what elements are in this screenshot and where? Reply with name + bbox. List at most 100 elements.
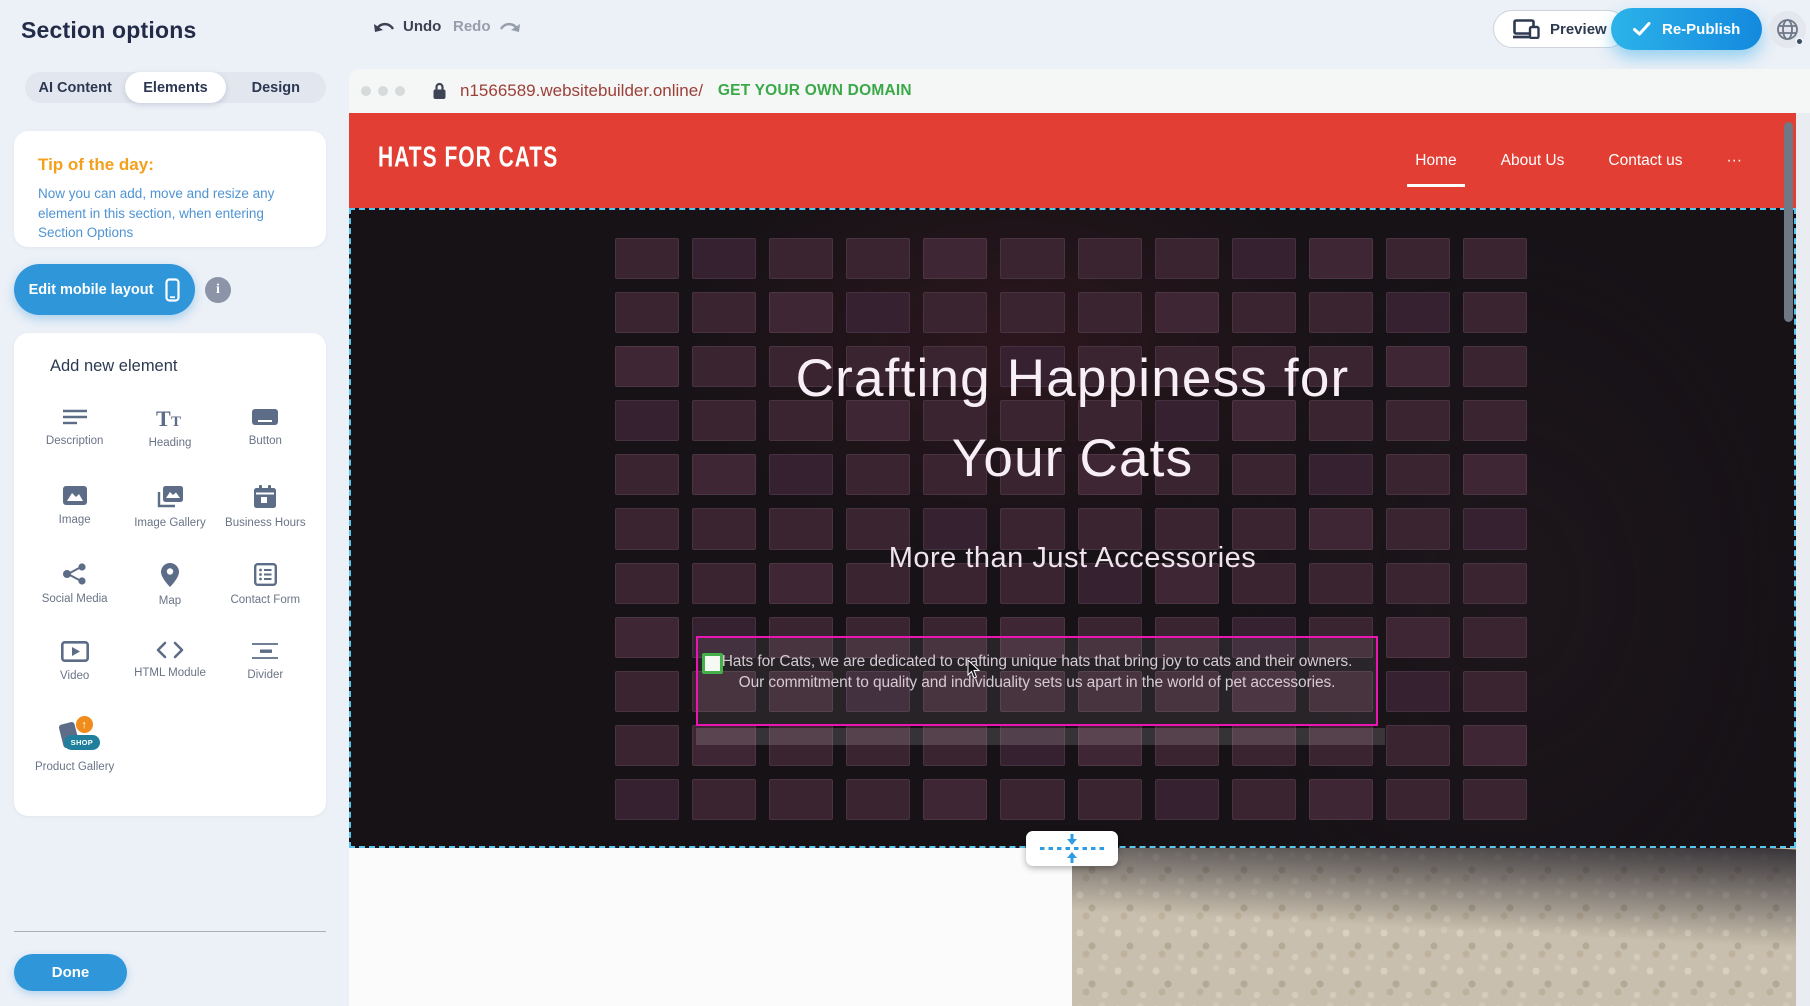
site-logo[interactable]: HATS FOR CATS bbox=[378, 142, 558, 174]
element-contact-form[interactable]: Contact Form bbox=[222, 555, 308, 633]
element-button[interactable]: Button bbox=[222, 399, 308, 477]
element-html-module[interactable]: HTML Module bbox=[127, 633, 213, 711]
svg-text:T: T bbox=[156, 407, 171, 429]
element-social-media[interactable]: Social Media bbox=[32, 555, 118, 633]
redo-icon bbox=[499, 20, 521, 34]
stone-shadow bbox=[1072, 848, 1796, 966]
info-icon[interactable]: i bbox=[205, 277, 231, 303]
business-hours-icon bbox=[253, 485, 277, 509]
resize-arrows-icon bbox=[1035, 834, 1109, 863]
element-video[interactable]: Video bbox=[32, 633, 118, 711]
add-element-title: Add new element bbox=[50, 357, 178, 376]
hero-tile bbox=[692, 238, 756, 279]
button-icon bbox=[251, 407, 279, 427]
hero-subheading[interactable]: More than Just Accessories bbox=[351, 538, 1794, 578]
hero-tile bbox=[1155, 779, 1219, 820]
hero-tile bbox=[1000, 779, 1064, 820]
hero-heading[interactable]: Crafting Happiness for Your Cats bbox=[351, 339, 1794, 499]
hero-tile bbox=[1155, 292, 1219, 333]
nav-item-more[interactable]: ··· bbox=[1725, 146, 1745, 176]
element-heading[interactable]: TT Heading bbox=[127, 399, 213, 477]
hero-tile bbox=[1463, 779, 1527, 820]
website-builder-app: Section options AI Content Elements Desi… bbox=[0, 0, 1810, 1006]
hero-tile bbox=[615, 725, 679, 766]
nav-item-contact-us[interactable]: Contact us bbox=[1606, 146, 1684, 176]
language-globe-button[interactable] bbox=[1769, 11, 1806, 48]
hero-tile bbox=[692, 292, 756, 333]
tab-design[interactable]: Design bbox=[226, 72, 326, 103]
browser-url-bar: n1566589.websitebuilder.online/ GET YOUR… bbox=[349, 69, 1810, 113]
hero-tile bbox=[1078, 238, 1142, 279]
hero-tile bbox=[1078, 292, 1142, 333]
hero-tile bbox=[769, 238, 833, 279]
hero-tile bbox=[1463, 292, 1527, 333]
shop-badge: SHOP bbox=[64, 735, 100, 750]
site-viewport: HATS FOR CATS Home About Us Contact us ·… bbox=[349, 113, 1796, 1006]
hero-tile bbox=[923, 292, 987, 333]
hero-tile bbox=[1155, 238, 1219, 279]
element-hover-strip bbox=[696, 728, 1385, 745]
notification-dot bbox=[1795, 37, 1804, 46]
image-gallery-icon bbox=[156, 485, 184, 509]
undo-button[interactable]: Undo bbox=[373, 18, 441, 35]
nav-item-about-us[interactable]: About Us bbox=[1499, 146, 1567, 176]
element-description[interactable]: Description bbox=[32, 399, 118, 477]
element-map[interactable]: Map bbox=[127, 555, 213, 633]
mouse-cursor bbox=[967, 660, 981, 680]
hero-tile bbox=[1232, 238, 1296, 279]
hero-tile bbox=[615, 779, 679, 820]
tip-card: Tip of the day: Now you can add, move an… bbox=[14, 131, 326, 247]
stone-floor-image bbox=[1072, 848, 1796, 1006]
social-media-icon bbox=[62, 563, 87, 585]
hero-tile bbox=[1386, 238, 1450, 279]
element-business-hours[interactable]: Business Hours bbox=[222, 477, 308, 555]
divider-icon bbox=[251, 641, 279, 661]
tab-elements[interactable]: Elements bbox=[125, 72, 225, 103]
section-resize-handle[interactable] bbox=[1026, 831, 1118, 866]
browser-scrollbar[interactable] bbox=[1784, 122, 1793, 322]
edit-mobile-layout-button[interactable]: Edit mobile layout bbox=[14, 264, 195, 315]
window-dots-icon bbox=[361, 86, 405, 96]
hero-tile bbox=[923, 238, 987, 279]
video-icon bbox=[61, 641, 89, 662]
description-icon bbox=[62, 407, 88, 427]
nav-item-home[interactable]: Home bbox=[1413, 146, 1458, 176]
sidebar-divider bbox=[14, 931, 326, 932]
hero-tile bbox=[615, 671, 679, 712]
tab-ai-content[interactable]: AI Content bbox=[25, 72, 125, 103]
element-image[interactable]: Image bbox=[32, 477, 118, 555]
next-section[interactable] bbox=[349, 848, 1796, 1006]
hero-description-element[interactable]: Hats for Cats, we are dedicated to craft… bbox=[696, 636, 1378, 726]
preview-button[interactable]: Preview bbox=[1493, 10, 1627, 48]
hero-tile bbox=[1463, 617, 1527, 658]
hero-tile bbox=[1078, 779, 1142, 820]
element-image-gallery[interactable]: Image Gallery bbox=[127, 477, 213, 555]
hero-section-selected[interactable]: Crafting Happiness for Your Cats More th… bbox=[349, 208, 1796, 848]
redo-button[interactable]: Redo bbox=[453, 18, 521, 35]
check-icon bbox=[1633, 22, 1651, 36]
element-grid: Description TT Heading Button Image Imag… bbox=[27, 399, 313, 789]
hero-tile bbox=[1386, 671, 1450, 712]
hero-tile bbox=[846, 238, 910, 279]
hero-tile bbox=[1386, 725, 1450, 766]
element-drag-handle[interactable] bbox=[702, 653, 723, 674]
upload-arrow-badge: ↑ bbox=[76, 716, 93, 733]
done-button[interactable]: Done bbox=[14, 954, 127, 991]
get-domain-link[interactable]: GET YOUR OWN DOMAIN bbox=[718, 82, 912, 100]
image-icon bbox=[62, 485, 88, 506]
hero-tile bbox=[1309, 292, 1373, 333]
hero-tile bbox=[1386, 617, 1450, 658]
lock-icon bbox=[432, 82, 447, 100]
hero-tile bbox=[923, 779, 987, 820]
add-element-card: Add new element Description TT Heading B… bbox=[14, 333, 326, 816]
hero-tile bbox=[846, 292, 910, 333]
hero-tile bbox=[615, 292, 679, 333]
element-divider[interactable]: Divider bbox=[222, 633, 308, 711]
heading-icon: TT bbox=[155, 407, 185, 429]
hero-tile bbox=[615, 238, 679, 279]
element-product-gallery[interactable]: ↑ SHOP Product Gallery bbox=[32, 711, 118, 789]
hero-tile bbox=[1000, 292, 1064, 333]
site-preview-frame: n1566589.websitebuilder.online/ GET YOUR… bbox=[349, 69, 1810, 1006]
republish-button[interactable]: Re-Publish bbox=[1611, 8, 1762, 50]
html-module-icon bbox=[156, 641, 184, 659]
